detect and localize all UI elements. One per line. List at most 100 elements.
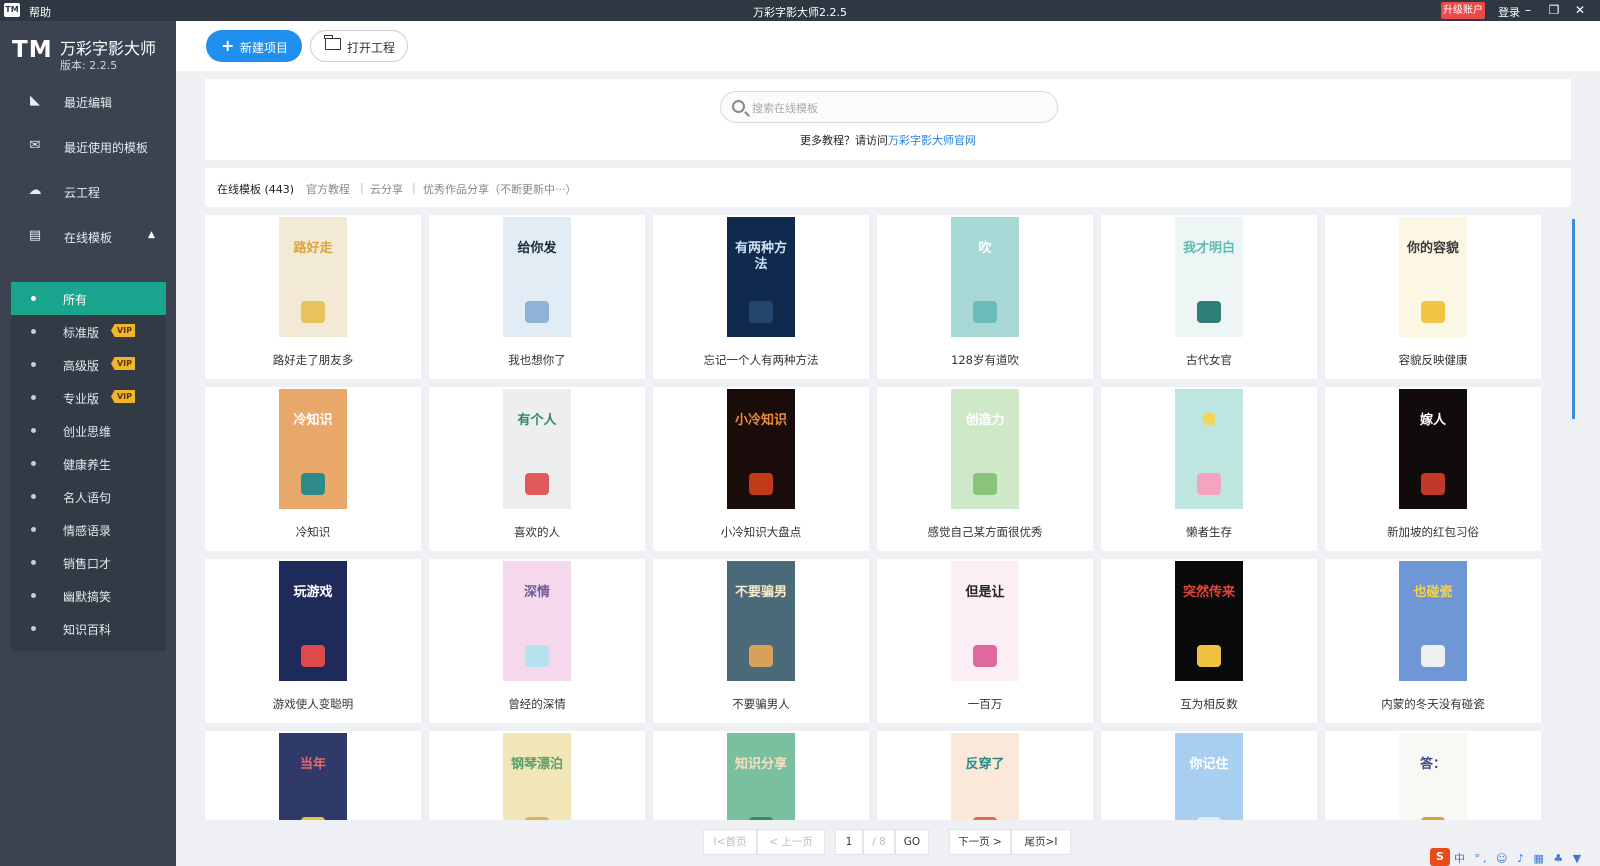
search-box[interactable] — [720, 91, 1058, 123]
template-card[interactable]: 路好走 路好走了朋友多 — [205, 215, 421, 379]
template-card[interactable]: 我才明白 古代女官 — [1101, 215, 1317, 379]
tab-official-tutorials[interactable]: 官方教程 — [306, 181, 350, 197]
category-item-startup[interactable]: 创业思维 — [11, 414, 166, 447]
template-card[interactable]: 当年 — [205, 731, 421, 820]
category-item-quotes[interactable]: 名人语句 — [11, 480, 166, 513]
thumbnail-illustration — [525, 817, 549, 820]
tab-online-templates[interactable]: 在线模板 (443) — [217, 181, 294, 197]
thumbnail-text: 也碰瓷 — [1413, 585, 1453, 600]
search-panel: 更多教程？请访问万彩字影大师官网 — [205, 79, 1571, 160]
nav-cloud-project[interactable]: ☁ 云工程 — [0, 172, 176, 212]
thumbnail-illustration — [525, 473, 549, 495]
category-item-humor[interactable]: 幽默搞笑 — [11, 579, 166, 612]
template-card[interactable]: 给你发 我也想你了 — [429, 215, 645, 379]
template-thumbnail: 也碰瓷 — [1399, 561, 1467, 681]
mail-icon: ✉ — [29, 138, 41, 153]
category-item-advanced[interactable]: 高级版 VIP — [11, 348, 166, 381]
template-card[interactable]: 你记住 — [1101, 731, 1317, 820]
template-card[interactable]: 不要骗男 不要骗男人 — [653, 559, 869, 723]
thumbnail-illustration — [1421, 645, 1445, 667]
page-number-input[interactable]: 1 — [835, 829, 863, 855]
template-title: 一百万 — [967, 697, 1003, 711]
template-title: 小冷知识大盘点 — [720, 525, 802, 539]
category-item-sales[interactable]: 销售口才 — [11, 546, 166, 579]
template-card[interactable]: 深情 曾经的深情 — [429, 559, 645, 723]
thumbnail-illustration — [301, 301, 325, 323]
template-card[interactable]: 知识分享 — [653, 731, 869, 820]
category-item-knowledge[interactable]: 知识百科 — [11, 612, 166, 645]
thumbnail-text: 玩游戏 — [293, 585, 333, 600]
template-title: 路好走了朋友多 — [272, 353, 354, 367]
thumbnail-text: 我才明白 — [1182, 241, 1235, 256]
category-item-emotion[interactable]: 情感语录 — [11, 513, 166, 546]
login-button[interactable]: 登录 — [1498, 4, 1520, 20]
official-site-link[interactable]: 万彩字影大师官网 — [888, 134, 976, 147]
cloud-icon: ☁ — [28, 183, 42, 198]
template-title: 游戏使人变聪明 — [272, 697, 354, 711]
chevron-up-icon[interactable]: ▲ — [148, 230, 155, 240]
template-card[interactable]: 创造力 感觉自己某方面很优秀 — [877, 387, 1093, 551]
restore-icon[interactable]: ❐ — [1545, 2, 1563, 18]
ime-tray-icons[interactable]: 中 °, ☺ ♪ ▦ ♣ ▼ ▤ — [1454, 850, 1600, 866]
template-card[interactable]: 突然传来 互为相反数 — [1101, 559, 1317, 723]
search-input[interactable] — [752, 98, 1042, 118]
nav-label: 最近编辑 — [64, 96, 113, 110]
template-card[interactable]: 也碰瓷 内蒙的冬天没有碰瓷 — [1325, 559, 1541, 723]
next-page-button[interactable]: 下一页 > — [949, 829, 1011, 855]
tab-separator: | — [412, 181, 416, 194]
template-card[interactable]: 答： — [1325, 731, 1541, 820]
go-button[interactable]: GO — [895, 829, 929, 855]
tutorial-prefix: 更多教程？请访问 — [800, 134, 888, 147]
template-card[interactable]: 有个人 喜欢的人 — [429, 387, 645, 551]
minimize-icon[interactable]: – — [1519, 2, 1537, 18]
template-card[interactable]: 反穿了 — [877, 731, 1093, 820]
thumbnail-text: 给你发 — [517, 241, 557, 256]
template-title: 互为相反数 — [1180, 697, 1238, 711]
category-label: 幽默搞笑 — [63, 590, 112, 604]
page-total: / 8 — [863, 829, 895, 855]
last-page-button[interactable]: 尾页>I — [1011, 829, 1071, 855]
category-item-all[interactable]: 所有 — [11, 282, 166, 315]
tab-showcase[interactable]: 优秀作品分享（不断更新中···） — [423, 181, 577, 197]
prev-page-button[interactable]: < 上一页 — [757, 829, 825, 855]
bullet-icon — [31, 395, 36, 400]
tab-cloud-share[interactable]: 云分享 — [370, 181, 403, 197]
open-project-button[interactable]: 打开工程 — [310, 30, 408, 62]
template-title: 我也想你了 — [508, 353, 566, 367]
template-card[interactable]: 吹 128岁有道吹 — [877, 215, 1093, 379]
template-card[interactable]: 但是让 一百万 — [877, 559, 1093, 723]
category-item-standard[interactable]: 标准版 VIP — [11, 315, 166, 348]
scrollbar[interactable] — [1572, 219, 1575, 419]
template-title: 忘记一个人有两种方法 — [703, 353, 819, 367]
sogou-ime-icon[interactable]: S — [1430, 848, 1450, 866]
plus-icon: + — [221, 36, 235, 55]
thumbnail-illustration — [1197, 817, 1221, 820]
template-card[interactable]: 有两种方法 忘记一个人有两种方法 — [653, 215, 869, 379]
thumbnail-illustration — [1197, 473, 1221, 495]
template-card[interactable]: 钢琴漂泊 — [429, 731, 645, 820]
bullet-icon — [31, 329, 36, 334]
template-card[interactable]: 玩游戏游戏使人变聪明 — [205, 559, 421, 723]
close-icon[interactable]: ✕ — [1571, 2, 1589, 18]
bullet-icon — [31, 527, 36, 532]
template-thumbnail: 懒 — [1175, 389, 1243, 509]
open-project-label: 打开工程 — [347, 41, 396, 55]
nav-online-templates[interactable]: ▤ 在线模板 ▲ — [0, 217, 176, 257]
template-title: 新加坡的红包习俗 — [1387, 525, 1479, 539]
template-card[interactable]: 冷知识 冷知识 — [205, 387, 421, 551]
template-card[interactable]: 嫁人 新加坡的红包习俗 — [1325, 387, 1541, 551]
category-item-pro[interactable]: 专业版 VIP — [11, 381, 166, 414]
category-item-health[interactable]: 健康养生 — [11, 447, 166, 480]
first-page-button[interactable]: I<首页 — [703, 829, 757, 855]
template-card[interactable]: 小冷知识 小冷知识大盘点 — [653, 387, 869, 551]
upgrade-account-button[interactable]: 升级账户 — [1441, 2, 1485, 19]
new-project-button[interactable]: + 新建项目 — [206, 30, 302, 62]
template-title: 128岁有道吹 — [951, 353, 1019, 367]
bullet-icon — [31, 494, 36, 499]
thumbnail-text: 突然传来 — [1182, 585, 1235, 600]
nav-recent-templates[interactable]: ✉ 最近使用的模板 — [0, 127, 176, 167]
bullet-icon — [31, 560, 36, 565]
template-card[interactable]: 懒懒者生存 — [1101, 387, 1317, 551]
nav-recent-edit[interactable]: ◣ 最近编辑 — [0, 82, 176, 122]
template-card[interactable]: 你的容貌 容貌反映健康 — [1325, 215, 1541, 379]
